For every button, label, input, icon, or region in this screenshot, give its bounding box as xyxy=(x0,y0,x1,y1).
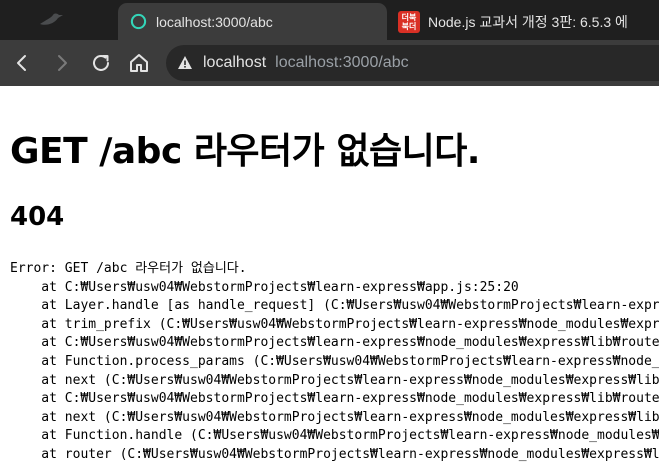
reload-icon xyxy=(93,54,109,71)
stack-line: at next (C:₩Users₩usw04₩WebstormProjects… xyxy=(41,409,659,425)
home-icon xyxy=(130,54,148,72)
stack-line: at next (C:₩Users₩usw04₩WebstormProjects… xyxy=(41,372,659,388)
home-button[interactable] xyxy=(127,51,151,75)
url-host: localhost xyxy=(203,54,267,71)
tab-title: localhost:3000/abc xyxy=(156,13,273,30)
back-arrow-icon xyxy=(17,55,26,71)
globe-icon xyxy=(130,13,147,30)
bird-icon xyxy=(40,13,63,25)
forward-arrow-icon xyxy=(58,55,67,71)
reload-button[interactable] xyxy=(89,51,113,75)
back-button[interactable] xyxy=(10,51,34,75)
error-heading: GET /abc 라우터가 없습니다. xyxy=(10,131,480,172)
stack-line: at C:₩Users₩usw04₩WebstormProjects₩learn… xyxy=(41,391,659,407)
stack-line: at Function.process_params (C:₩Users₩usw… xyxy=(41,353,659,369)
stack-line: at Layer.handle [as handle_request] (C:₩… xyxy=(41,298,659,314)
warning-triangle-icon[interactable] xyxy=(177,55,193,71)
tab-nodejs-book[interactable]: 더북 북더 Node.js 교과서 개정 3판: 6.5.3 에 xyxy=(394,3,659,40)
browser-toolbar: localhost localhost:3000/abc xyxy=(0,40,659,86)
forward-button[interactable] xyxy=(50,51,74,75)
stack-line: at router (C:₩Users₩usw04₩WebstormProjec… xyxy=(41,446,659,462)
book-favicon-icon: 더북 북더 xyxy=(398,10,420,33)
stack-line: at Function.handle (C:₩Users₩usw04₩Webst… xyxy=(41,428,659,444)
favicon-text-bottom: 북더 xyxy=(401,21,417,31)
stack-line: at C:₩Users₩usw04₩WebstormProjects₩learn… xyxy=(10,279,519,295)
favicon-text-top: 더북 xyxy=(401,12,417,22)
stack-trace: Error: GET /abc 라우터가 없습니다. at C:₩Users₩u… xyxy=(10,260,659,465)
status-code: 404 xyxy=(10,202,65,232)
tab-strip: localhost:3000/abc 더북 북더 Node.js 교과서 개정 … xyxy=(0,0,659,40)
tab-title: Node.js 교과서 개정 3판: 6.5.3 에 xyxy=(428,13,628,30)
stack-line: at trim_prefix (C:₩Users₩usw04₩WebstormP… xyxy=(41,316,659,332)
stack-line: at C:₩Users₩usw04₩WebstormProjects₩learn… xyxy=(41,335,659,351)
tab-localhost[interactable]: localhost:3000/abc xyxy=(118,3,387,40)
page-content: GET /abc 라우터가 없습니다. 404 Error: GET /abc … xyxy=(0,86,659,466)
tab-fade xyxy=(624,3,659,40)
url-path: localhost:3000/abc xyxy=(275,54,409,71)
address-bar[interactable]: localhost localhost:3000/abc xyxy=(166,45,659,81)
stack-line: Error: GET /abc 라우터가 없습니다. xyxy=(10,261,247,276)
